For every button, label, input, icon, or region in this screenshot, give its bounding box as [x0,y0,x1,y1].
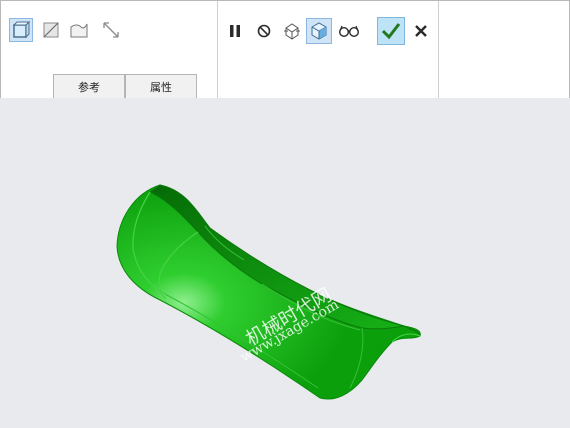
wireframe-preview-icon [284,23,300,40]
surface-model[interactable] [0,98,570,428]
dashboard-ribbon: 参考 属性 [0,0,570,99]
group-divider-right [438,1,439,98]
solid-surface-button[interactable] [9,18,33,42]
close-icon [415,25,427,37]
glasses-view-icon [338,25,360,38]
glasses-view-button[interactable] [337,19,361,43]
expand-button[interactable] [99,18,123,42]
tab-reference[interactable]: 参考 [53,74,125,98]
group-divider [217,1,218,98]
plane-surface-icon [43,22,59,38]
no-preview-button[interactable] [252,19,276,43]
checkmark-icon [381,23,401,40]
tab-properties[interactable]: 属性 [125,74,197,98]
no-preview-icon [257,24,271,38]
solid-surface-icon [12,21,30,39]
wireframe-preview-button[interactable] [280,19,304,43]
shaded-preview-icon [311,22,327,40]
curved-surface-icon [70,23,88,38]
pause-button[interactable] [223,19,247,43]
cancel-button[interactable] [409,19,433,43]
confirm-button[interactable] [377,17,405,45]
plane-surface-button[interactable] [39,18,63,42]
tab-properties-label: 属性 [150,80,172,94]
tab-reference-label: 参考 [78,80,100,94]
shaded-preview-button[interactable] [306,18,332,44]
curved-surface-button[interactable] [67,18,91,42]
expand-arrows-icon [103,22,119,38]
graphics-viewport[interactable]: 机械时代网 www.jxage.com [0,98,570,428]
pause-icon [230,25,240,37]
